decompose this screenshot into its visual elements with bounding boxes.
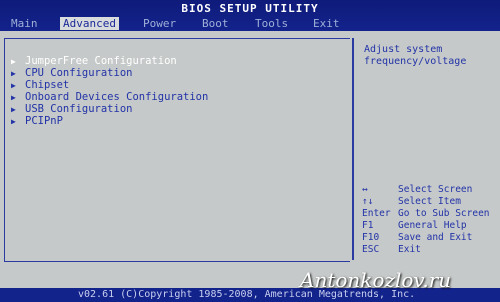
top-bar: BIOS SETUP UTILITY Main Advanced Power B… [0, 0, 500, 31]
key-hint-save-exit: F10 Save and Exit [362, 232, 472, 244]
key-hint-select-screen: ↔ Select Screen [362, 184, 472, 196]
key-label: ESC [362, 244, 380, 255]
key-hint-exit: ESC Exit [362, 244, 421, 256]
key-desc: Go to Sub Screen [398, 208, 490, 219]
menu-boot[interactable]: Boot [199, 17, 232, 30]
bios-title: BIOS SETUP UTILITY [181, 2, 319, 15]
key-desc: Select Item [398, 196, 461, 207]
watermark: Antonkozlov.ru [300, 268, 452, 292]
menu-item-onboard-devices[interactable]: ▶ Onboard Devices Configuration [11, 91, 208, 103]
item-label: USB Configuration [25, 103, 133, 115]
item-label: PCIPnP [25, 115, 63, 127]
settings-panel: ▶ JumperFree Configuration ▶ CPU Configura… [4, 38, 350, 262]
key-desc: Save and Exit [398, 232, 473, 243]
key-desc: Exit [398, 244, 421, 255]
menu-item-cpu[interactable]: ▶ CPU Configuration [11, 67, 132, 79]
menu-item-jumperfree[interactable]: ▶ JumperFree Configuration [11, 55, 177, 67]
key-hint-select-item: ↑↓ Select Item [362, 196, 461, 208]
key-desc: General Help [398, 220, 467, 231]
help-text-line-1: Adjust system [364, 44, 443, 55]
key-label: ↑↓ [362, 196, 374, 207]
key-label: F10 [362, 232, 380, 243]
menu-item-usb[interactable]: ▶ USB Configuration [11, 103, 132, 115]
key-hint-help: F1 General Help [362, 220, 467, 232]
menu-item-chipset[interactable]: ▶ Chipset [11, 79, 69, 91]
item-label: Chipset [25, 79, 70, 91]
menu-exit[interactable]: Exit [310, 17, 343, 30]
help-text-line-2: frequency/voltage [364, 56, 467, 67]
item-label: Onboard Devices Configuration [25, 91, 209, 103]
key-label: Enter [362, 208, 391, 219]
arrow-right-icon: ▶ [11, 117, 16, 126]
help-panel: Adjust system frequency/voltage ↔ Select … [352, 38, 498, 260]
key-desc: Select Screen [398, 184, 473, 195]
key-label: F1 [362, 220, 374, 231]
menu-advanced[interactable]: Advanced [60, 17, 119, 30]
item-label: JumperFree Configuration [25, 55, 177, 67]
menu-power[interactable]: Power [140, 17, 179, 30]
menu-main[interactable]: Main [8, 17, 41, 30]
key-label: ↔ [362, 184, 368, 195]
bios-screen: BIOS SETUP UTILITY Main Advanced Power B… [0, 0, 500, 302]
menu-bar: Main Advanced Power Boot Tools Exit [0, 17, 500, 31]
menu-item-pcipnp[interactable]: ▶ PCIPnP [11, 115, 63, 127]
item-label: CPU Configuration [25, 67, 133, 79]
key-hint-enter: Enter Go to Sub Screen [362, 208, 490, 220]
menu-tools[interactable]: Tools [252, 17, 291, 30]
